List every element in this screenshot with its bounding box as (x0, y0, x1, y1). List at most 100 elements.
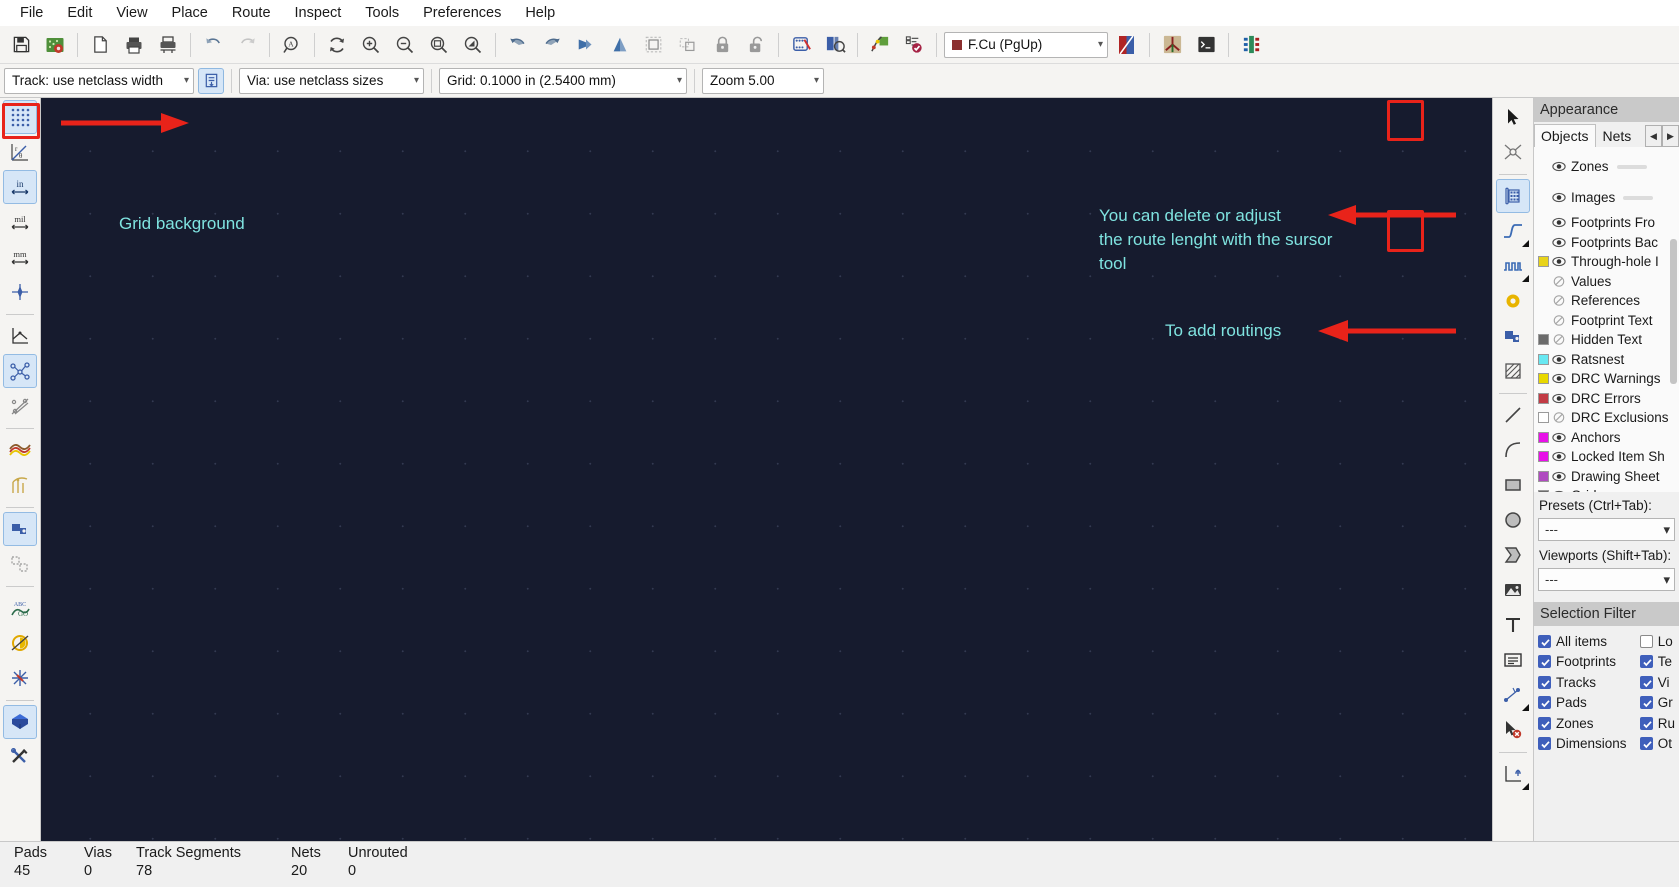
units-mils-button[interactable]: mil (3, 205, 37, 239)
track-width-select[interactable]: Track: use netclass width ▾ (4, 67, 194, 94)
color-swatch[interactable] (1538, 392, 1549, 404)
add-textbox-button[interactable] (1496, 643, 1530, 677)
eye-hidden-icon[interactable] (1552, 294, 1567, 307)
menu-item-view[interactable]: View (104, 3, 159, 23)
refresh-button[interactable] (320, 29, 354, 61)
add-rule-area-button[interactable] (1496, 354, 1530, 388)
eye-visible-icon[interactable] (1552, 256, 1567, 267)
filter-text[interactable]: Te (1639, 652, 1675, 673)
update-pcb-from-schematic-button[interactable] (863, 29, 897, 61)
object-row-zones[interactable]: Zones (1538, 151, 1679, 182)
color-swatch[interactable] (1538, 373, 1549, 385)
checkbox-checked-icon[interactable] (1639, 655, 1653, 669)
units-millimeters-button[interactable]: mm (3, 240, 37, 274)
checkbox-checked-icon[interactable] (1538, 634, 1551, 648)
drc-check-button[interactable] (897, 29, 931, 61)
ratsnest-curved-button[interactable] (3, 389, 37, 423)
eye-hidden-icon[interactable] (1552, 314, 1567, 327)
add-zone-button[interactable] (1496, 319, 1530, 353)
menu-item-edit[interactable]: Edit (55, 3, 104, 23)
tab-objects[interactable]: Objects (1534, 124, 1597, 147)
filter-footprints[interactable]: Footprints (1538, 652, 1640, 673)
filter-rule-areas[interactable]: Ru (1639, 713, 1675, 734)
color-swatch[interactable] (1538, 431, 1549, 443)
page-settings-button[interactable] (83, 29, 117, 61)
undo-button[interactable] (196, 29, 230, 61)
object-list-scrollbar[interactable] (1670, 239, 1677, 384)
checkbox-checked-icon[interactable] (1639, 716, 1653, 730)
grid-select[interactable]: Grid: 0.1000 in (2.5400 mm) ▾ (439, 67, 687, 94)
track-via-properties-button[interactable] (198, 67, 224, 94)
menu-item-inspect[interactable]: Inspect (283, 3, 354, 23)
zone-filled-display-button[interactable] (3, 433, 37, 467)
show-ratsnest-button[interactable] (3, 354, 37, 388)
object-row-values[interactable]: Values (1538, 272, 1679, 292)
checkbox-checked-icon[interactable] (1538, 737, 1551, 751)
rotate-counterclockwise-button[interactable] (501, 29, 535, 61)
eye-visible-icon[interactable] (1552, 237, 1567, 248)
object-row-drc-exclusions[interactable]: DRC Exclusions (1538, 408, 1679, 428)
eye-visible-icon[interactable] (1552, 471, 1567, 482)
footprint-editor-button[interactable] (784, 29, 818, 61)
add-via-button[interactable] (1496, 284, 1530, 318)
pad-sketch-mode-button[interactable] (3, 512, 37, 546)
checkbox-unchecked-icon[interactable] (1639, 634, 1653, 648)
eye-hidden-icon[interactable] (1552, 333, 1567, 346)
toggle-netnames-button[interactable] (3, 705, 37, 739)
eye-visible-icon[interactable] (1552, 161, 1567, 172)
filter-locked-items[interactable]: Lo (1639, 631, 1675, 652)
eye-visible-icon[interactable] (1552, 432, 1567, 443)
toggle-grid-button[interactable] (3, 100, 37, 134)
color-swatch[interactable] (1538, 353, 1549, 365)
opacity-slider[interactable] (1616, 164, 1647, 169)
eye-visible-icon[interactable] (1552, 393, 1567, 404)
tab-scroll-next-button[interactable]: ▶ (1662, 125, 1679, 147)
via-sketch-mode-button[interactable] (3, 547, 37, 581)
filter-graphics[interactable]: Gr (1639, 693, 1675, 714)
save-button[interactable] (4, 29, 38, 61)
zoom-out-button[interactable] (388, 29, 422, 61)
color-swatch[interactable] (1538, 490, 1549, 492)
graphic-outline-button[interactable] (3, 626, 37, 660)
eye-visible-icon[interactable] (1552, 354, 1567, 365)
eye-visible-icon[interactable] (1552, 373, 1567, 384)
object-row-ratsnest[interactable]: Ratsnest (1538, 350, 1679, 370)
appearance-object-list[interactable]: Zones Images Footprints Fro Footprints B… (1534, 147, 1679, 492)
filter-other[interactable]: Ot (1639, 734, 1675, 755)
draw-arc-button[interactable] (1496, 433, 1530, 467)
mirror-vertical-button[interactable] (603, 29, 637, 61)
object-row-drawing-sheet[interactable]: Drawing Sheet (1538, 467, 1679, 487)
object-row-drc-warnings[interactable]: DRC Warnings (1538, 369, 1679, 389)
color-swatch[interactable] (1538, 470, 1549, 482)
find-button[interactable]: A (275, 29, 309, 61)
draw-line-button[interactable] (1496, 398, 1530, 432)
tab-scroll-prev-button[interactable]: ◀ (1645, 125, 1662, 147)
draw-polygon-button[interactable] (1496, 538, 1530, 572)
checkbox-checked-icon[interactable] (1538, 716, 1551, 730)
eye-hidden-icon[interactable] (1552, 275, 1567, 288)
plot-button[interactable] (151, 29, 185, 61)
object-row-grid[interactable]: Grid (1538, 486, 1679, 492)
menu-item-preferences[interactable]: Preferences (411, 3, 513, 23)
zoom-selection-button[interactable] (456, 29, 490, 61)
ratsnest-angle-button[interactable] (3, 319, 37, 353)
zoom-select[interactable]: Zoom 5.00 ▾ (702, 67, 824, 94)
opacity-slider[interactable] (1623, 195, 1654, 200)
filter-zones[interactable]: Zones (1538, 713, 1640, 734)
eye-hidden-icon[interactable] (1552, 411, 1567, 424)
units-inches-button[interactable]: in (3, 170, 37, 204)
eye-visible-icon[interactable] (1552, 451, 1567, 462)
add-text-button[interactable] (1496, 608, 1530, 642)
eye-visible-icon[interactable] (1552, 192, 1567, 203)
zone-outline-display-button[interactable] (3, 468, 37, 502)
draw-circle-button[interactable] (1496, 503, 1530, 537)
eye-visible-icon[interactable] (1552, 490, 1567, 492)
filter-tracks[interactable]: Tracks (1538, 672, 1640, 693)
ungroup-button[interactable] (671, 29, 705, 61)
contrast-mode-button[interactable] (3, 661, 37, 695)
eye-visible-icon[interactable] (1552, 217, 1567, 228)
object-row-footprints-front[interactable]: Footprints Fro (1538, 213, 1679, 233)
layer-pair-button[interactable] (1110, 29, 1144, 61)
presets-select[interactable]: --- ▾ (1538, 518, 1675, 541)
selection-tool-button[interactable] (1496, 100, 1530, 134)
